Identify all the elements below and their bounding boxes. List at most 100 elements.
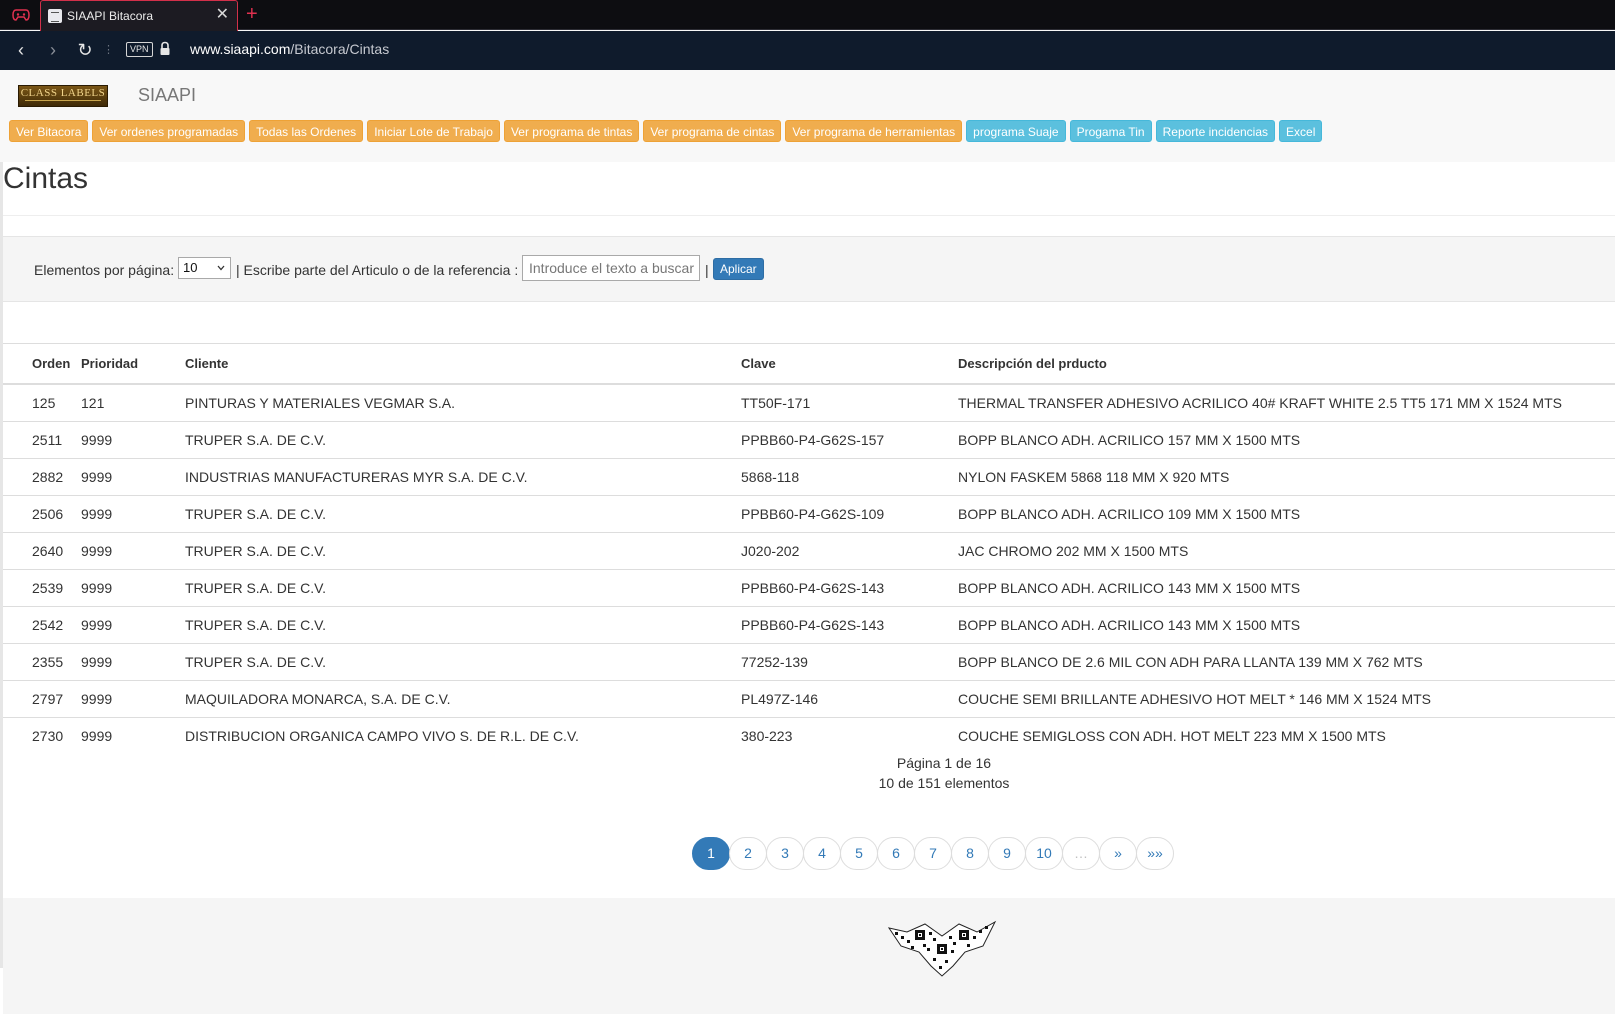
cell-descripcion: COUCHE SEMIGLOSS CON ADH. HOT MELT 223 M… xyxy=(958,716,1615,754)
apply-button[interactable]: Aplicar xyxy=(713,258,764,280)
page-link[interactable]: 2 xyxy=(729,837,767,870)
per-page-select[interactable]: 10 xyxy=(178,257,231,279)
per-page-value: 10 xyxy=(183,260,198,275)
url-host: www.siaapi.com xyxy=(190,41,291,57)
cell-cliente: DISTRIBUCION ORGANICA CAMPO VIVO S. DE R… xyxy=(185,716,741,754)
menu-button-progama-tin[interactable]: Progama Tin xyxy=(1069,120,1152,142)
page-link[interactable]: 8 xyxy=(951,837,989,870)
table-row[interactable]: 2640 9999 TRUPER S.A. DE C.V. J020-202 JAC C… xyxy=(3,531,1615,569)
table-row[interactable]: 2542 9999 TRUPER S.A. DE C.V. PPBB60-P4-G62… xyxy=(3,605,1615,643)
browser-tab[interactable]: SIAAPI Bitacora ✕ xyxy=(40,0,238,31)
page-link[interactable]: 4 xyxy=(803,837,841,870)
col-header-descripcion[interactable]: Descripción del prducto xyxy=(958,344,1615,385)
cell-clave: J020-202 xyxy=(741,531,958,569)
table-header-row: Orden Prioridad Cliente Clave Descripció… xyxy=(3,344,1615,385)
page-indicator: Página 1 de 16 xyxy=(896,755,992,771)
cell-orden: 2542 xyxy=(3,605,81,643)
cell-prioridad: 9999 xyxy=(81,605,185,643)
menu-button-programa-suaje[interactable]: programa Suaje xyxy=(966,120,1066,142)
browser-tab-bar: SIAAPI Bitacora ✕ + xyxy=(0,0,1615,31)
cell-descripcion: JAC CHROMO 202 MM X 1500 MTS xyxy=(958,531,1615,569)
menu-button-reporte-incidencias[interactable]: Reporte incidencias xyxy=(1155,120,1276,142)
cell-clave: TT50F-171 xyxy=(741,383,958,421)
cell-prioridad: 9999 xyxy=(81,457,185,495)
search-input[interactable]: Introduce el texto a buscar xyxy=(522,255,700,281)
page-link[interactable]: » xyxy=(1099,837,1137,870)
menu-button-excel[interactable]: Excel xyxy=(1279,120,1323,142)
cell-orden: 2640 xyxy=(3,531,81,569)
menu-button-ver-programa-de-cintas[interactable]: Ver programa de cintas xyxy=(643,120,782,142)
cell-descripcion: BOPP BLANCO ADH. ACRILICO 157 MM X 1500 … xyxy=(958,420,1615,458)
col-header-clave[interactable]: Clave xyxy=(741,344,958,385)
page-link[interactable]: 7 xyxy=(914,837,952,870)
reload-icon[interactable]: ↻ xyxy=(74,39,96,61)
page-link[interactable]: 3 xyxy=(766,837,804,870)
cell-clave: PL497Z-146 xyxy=(741,679,958,717)
gamepad-icon[interactable] xyxy=(12,8,30,22)
cell-prioridad: 9999 xyxy=(81,716,185,754)
cell-clave: 77252-139 xyxy=(741,642,958,680)
cell-cliente: TRUPER S.A. DE C.V. xyxy=(185,605,741,643)
table-row[interactable]: 2797 9999 MAQUILADORA MONARCA, S.A. DE C.V… xyxy=(3,679,1615,717)
page-link[interactable]: 5 xyxy=(840,837,878,870)
cell-prioridad: 9999 xyxy=(81,494,185,532)
browser-address-bar: ‹ › ↻ ⋮ VPN www.siaapi.com/Bitacora/Cint… xyxy=(0,31,1615,70)
cell-orden: 2797 xyxy=(3,679,81,717)
menu-button-todas-las-ordenes[interactable]: Todas las Ordenes xyxy=(249,120,364,142)
menu-button-ver-ordenes-programadas[interactable]: Ver ordenes programadas xyxy=(92,120,246,142)
lock-icon[interactable] xyxy=(159,41,171,57)
page-link[interactable]: 6 xyxy=(877,837,915,870)
cell-orden: 2882 xyxy=(3,457,81,495)
table-row[interactable]: 2506 9999 TRUPER S.A. DE C.V. PPBB60-P4-G62… xyxy=(3,494,1615,532)
page-link[interactable]: 10 xyxy=(1025,837,1063,870)
logo-text: CLASS LABELS xyxy=(20,87,106,99)
cell-descripcion: BOPP BLANCO ADH. ACRILICO 109 MM X 1500 … xyxy=(958,494,1615,532)
menu-button-ver-bitacora[interactable]: Ver Bitacora xyxy=(9,120,89,142)
col-header-prioridad[interactable]: Prioridad xyxy=(81,344,185,385)
cell-prioridad: 9999 xyxy=(81,642,185,680)
table-row[interactable]: 2539 9999 TRUPER S.A. DE C.V. PPBB60-P4-G62… xyxy=(3,568,1615,606)
cell-clave: PPBB60-P4-G62S-143 xyxy=(741,605,958,643)
page-link[interactable]: 1 xyxy=(692,837,730,870)
cell-prioridad: 9999 xyxy=(81,531,185,569)
vpn-badge[interactable]: VPN xyxy=(126,42,153,57)
back-arrow-icon[interactable]: ‹ xyxy=(10,39,32,61)
search-label: | Escribe parte del Articulo o de la ref… xyxy=(236,262,519,278)
menu-button-ver-programa-de-tintas[interactable]: Ver programa de tintas xyxy=(503,120,640,142)
cintas-table: Orden Prioridad Cliente Clave Descripció… xyxy=(3,344,1615,754)
url-path: /Bitacora/Cintas xyxy=(290,41,390,57)
action-menu: Ver Bitacora Ver ordenes programadas Todas… xyxy=(9,120,1323,142)
new-tab-plus-icon[interactable]: + xyxy=(246,2,258,26)
menu-button-iniciar-lote-de-trabajo[interactable]: Iniciar Lote de Trabajo xyxy=(367,120,500,142)
cell-cliente: TRUPER S.A. DE C.V. xyxy=(185,568,741,606)
col-header-cliente[interactable]: Cliente xyxy=(185,344,741,385)
cell-cliente: TRUPER S.A. DE C.V. xyxy=(185,420,741,458)
close-tab-icon[interactable]: ✕ xyxy=(216,6,229,24)
url-field[interactable]: www.siaapi.com/Bitacora/Cintas xyxy=(190,41,389,57)
page-link[interactable]: »» xyxy=(1136,837,1174,870)
table-row[interactable]: 2882 9999 INDUSTRIAS MANUFACTURERAS MYR S.… xyxy=(3,457,1615,495)
cell-cliente: TRUPER S.A. DE C.V. xyxy=(185,531,741,569)
cell-cliente: INDUSTRIAS MANUFACTURERAS MYR S.A. DE C.… xyxy=(185,457,741,495)
cell-descripcion: BOPP BLANCO ADH. ACRILICO 143 MM X 1500 … xyxy=(958,568,1615,606)
brand-name[interactable]: SIAAPI xyxy=(138,85,196,106)
cell-clave: PPBB60-P4-G62S-143 xyxy=(741,568,958,606)
col-header-orden[interactable]: Orden xyxy=(3,344,81,385)
page-link[interactable]: 9 xyxy=(988,837,1026,870)
forward-arrow-icon[interactable]: › xyxy=(42,39,64,61)
table-row[interactable]: 125 121 PINTURAS Y MATERIALES VEGMAR S.A. T… xyxy=(3,383,1615,421)
cell-orden: 2730 xyxy=(3,716,81,754)
cell-cliente: TRUPER S.A. DE C.V. xyxy=(185,642,741,680)
cell-prioridad: 9999 xyxy=(81,679,185,717)
cell-prioridad: 121 xyxy=(81,383,185,421)
table-row[interactable]: 2355 9999 TRUPER S.A. DE C.V. 77252-139 BOPP… xyxy=(3,642,1615,680)
class-labels-logo[interactable]: CLASS LABELS xyxy=(18,85,108,107)
tab-title: SIAAPI Bitacora xyxy=(67,9,154,23)
cell-clave: PPBB60-P4-G62S-109 xyxy=(741,494,958,532)
table-row[interactable]: 2730 9999 DISTRIBUCION ORGANICA CAMPO VIVO… xyxy=(3,716,1615,754)
cell-descripcion: BOPP BLANCO DE 2.6 MIL CON ADH PARA LLAN… xyxy=(958,642,1615,680)
menu-button-ver-programa-de-herramientas[interactable]: Ver programa de herramientas xyxy=(785,120,963,142)
cell-prioridad: 9999 xyxy=(81,420,185,458)
cell-orden: 2511 xyxy=(3,420,81,458)
table-row[interactable]: 2511 9999 TRUPER S.A. DE C.V. PPBB60-P4-G62… xyxy=(3,420,1615,458)
